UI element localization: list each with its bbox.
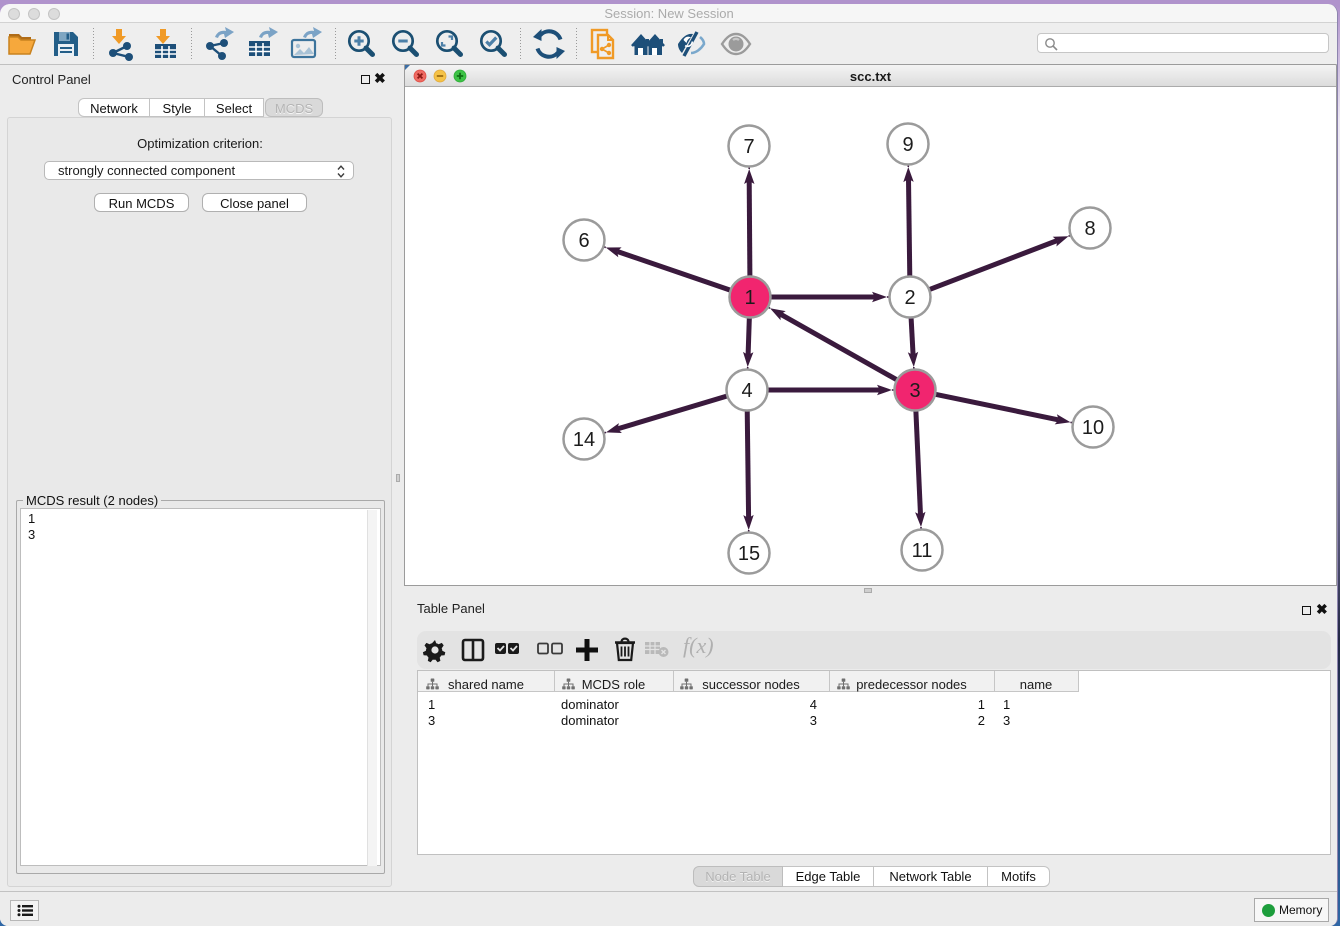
svg-text:10: 10 [1082, 417, 1104, 439]
svg-text:1: 1 [744, 287, 755, 309]
svg-text:8: 8 [1084, 218, 1095, 240]
svg-text:11: 11 [912, 540, 933, 562]
svg-text:9: 9 [902, 134, 913, 156]
svg-text:2: 2 [904, 287, 915, 309]
svg-text:15: 15 [738, 543, 760, 565]
svg-text:6: 6 [578, 230, 589, 252]
svg-text:7: 7 [743, 136, 754, 158]
svg-text:3: 3 [909, 380, 920, 402]
svg-text:4: 4 [741, 380, 752, 402]
svg-text:14: 14 [573, 429, 595, 451]
